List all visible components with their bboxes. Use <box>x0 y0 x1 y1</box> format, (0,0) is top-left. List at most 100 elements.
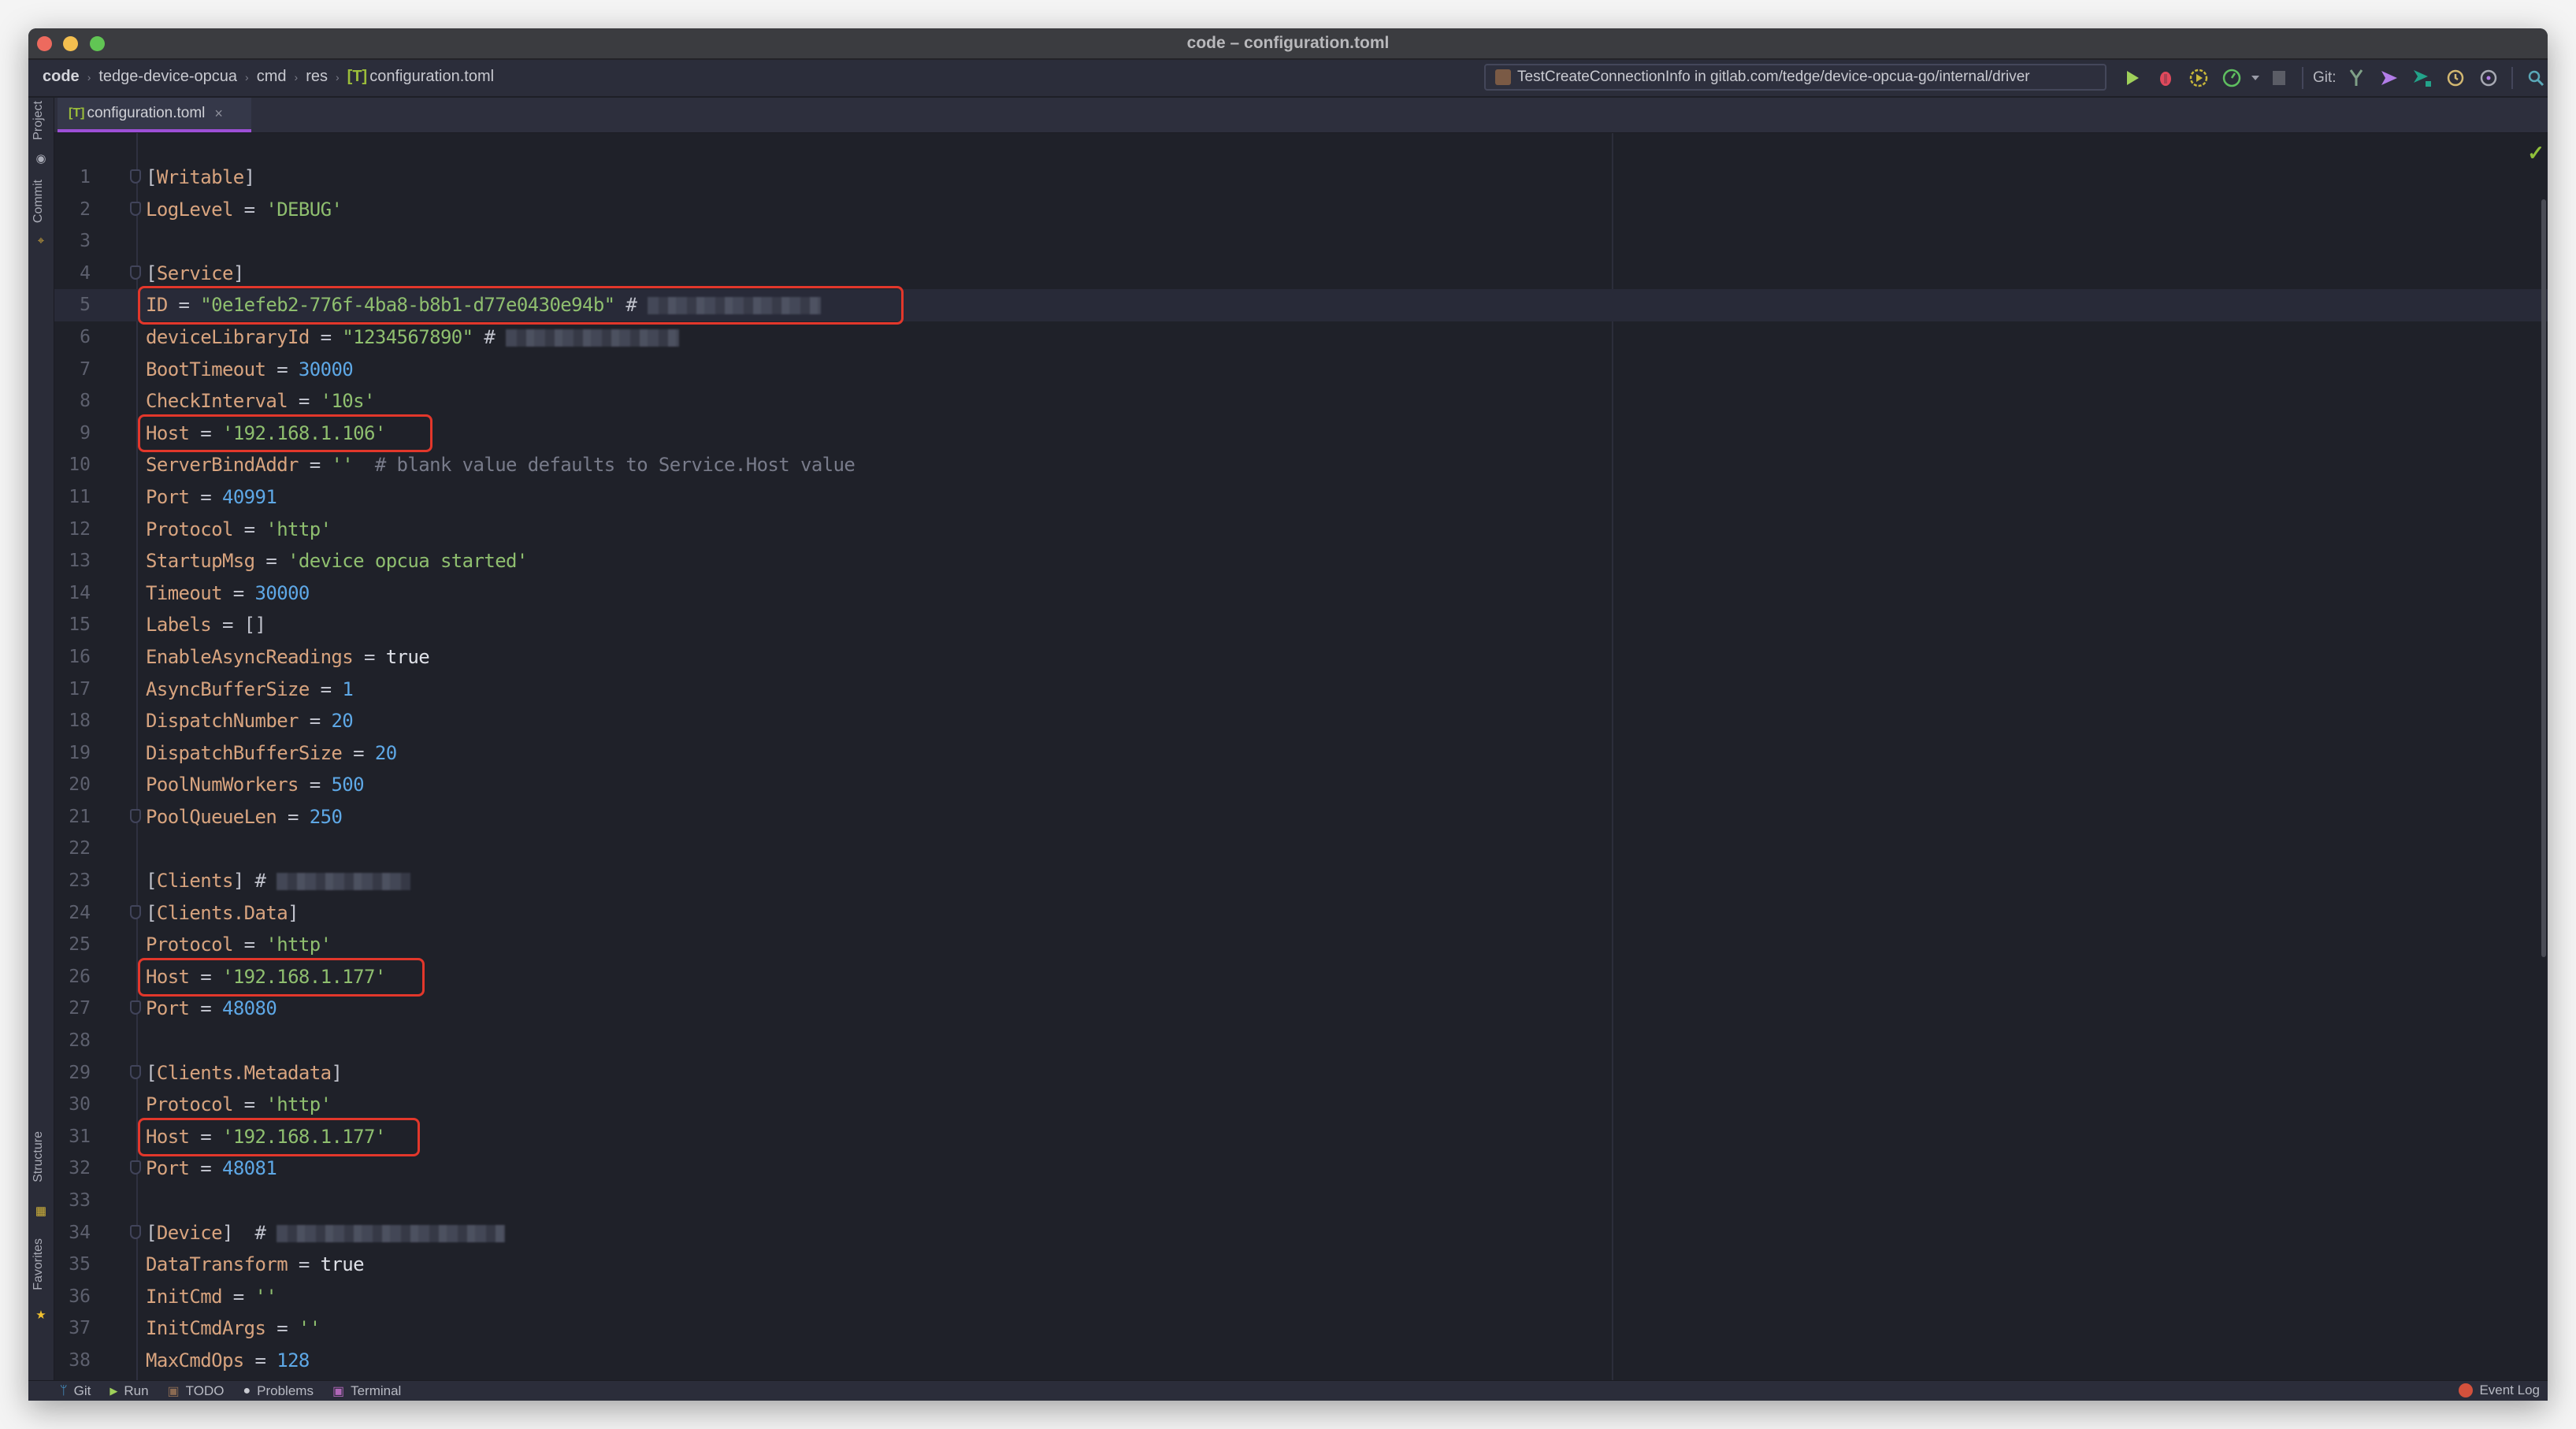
code-line[interactable]: 32 Port = 48081 <box>54 1152 2548 1185</box>
git-update-icon <box>2349 69 2363 86</box>
code-line[interactable]: 38 MaxCmdOps = 128 <box>54 1345 2548 1377</box>
code-line[interactable]: 6 deviceLibraryId = "1234567890" # <box>54 321 2548 354</box>
git-tool-button[interactable]: ᛘ Git <box>60 1383 91 1399</box>
line-number: 30 <box>69 1094 91 1115</box>
breadcrumb-separator-icon: › <box>245 70 249 84</box>
debug-button[interactable] <box>2155 67 2177 89</box>
git-commit-button[interactable] <box>2378 67 2400 89</box>
run-with-coverage-button[interactable] <box>2188 67 2210 89</box>
code-line[interactable]: 28 <box>54 1025 2548 1057</box>
more-run-options-button[interactable] <box>2250 67 2261 89</box>
code-token: = <box>298 774 332 796</box>
code-token: Port <box>146 485 190 508</box>
search-everywhere-button[interactable] <box>2525 67 2547 89</box>
fold-marker-icon[interactable] <box>130 201 141 216</box>
code-line[interactable]: 23 [Clients] # <box>54 865 2548 897</box>
favorites-tool-button[interactable]: Favorites <box>32 1238 46 1290</box>
event-log-button[interactable]: Event Log <box>2459 1383 2540 1398</box>
project-tool-button[interactable]: Project <box>32 101 46 140</box>
problems-tool-button[interactable]: ● Problems <box>243 1383 313 1399</box>
code-line[interactable]: 15 Labels = [] <box>54 609 2548 641</box>
code-line[interactable]: 13 StartupMsg = 'device opcua started' <box>54 545 2548 577</box>
tab-configuration-toml[interactable]: [T] configuration.toml × <box>58 98 251 132</box>
code-line[interactable]: 25 Protocol = 'http' <box>54 929 2548 961</box>
tab-label: configuration.toml <box>87 105 206 121</box>
line-number: 13 <box>69 551 91 572</box>
breadcrumb-item-project[interactable]: tedge-device-opcua <box>98 68 237 86</box>
fold-marker-icon[interactable] <box>130 1160 141 1175</box>
code-line[interactable]: 21 PoolQueueLen = 250 <box>54 801 2548 833</box>
code-token: [ <box>146 1221 157 1244</box>
line-number: 6 <box>80 326 91 347</box>
problems-tool-label: Problems <box>257 1383 314 1398</box>
code-editor[interactable]: 1 [Writable] 2 LogLevel = 'DEBUG' 3 4 [Service… <box>54 133 2548 1380</box>
code-line[interactable]: 16 EnableAsyncReadings = true <box>54 641 2548 674</box>
git-push-icon <box>2413 70 2431 87</box>
code-line[interactable]: 11 Port = 40991 <box>54 481 2548 514</box>
code-line[interactable]: 36 InitCmd = '' <box>54 1281 2548 1313</box>
line-content: Port = 40991 <box>146 481 277 514</box>
code-line[interactable]: 19 DispatchBufferSize = 20 <box>54 737 2548 770</box>
code-line[interactable]: 18 DispatchNumber = 20 <box>54 705 2548 737</box>
vertical-scrollbar[interactable] <box>2541 199 2546 957</box>
code-line[interactable]: 10 ServerBindAddr = '' # blank value defa… <box>54 449 2548 481</box>
profile-button[interactable] <box>2221 67 2243 89</box>
code-line[interactable]: 8 CheckInterval = '10s' <box>54 385 2548 418</box>
fold-marker-icon[interactable] <box>130 1064 141 1079</box>
run-button[interactable] <box>2121 67 2144 89</box>
line-number: 7 <box>80 358 91 380</box>
breadcrumb-item-cmd[interactable]: cmd <box>257 68 287 86</box>
git-push-button[interactable] <box>2411 67 2433 89</box>
coverage-icon <box>2189 69 2208 87</box>
code-line[interactable]: 37 InitCmdArgs = '' <box>54 1312 2548 1345</box>
breadcrumb-item-res[interactable]: res <box>306 68 328 86</box>
terminal-tool-button[interactable]: ▣ Terminal <box>332 1383 401 1399</box>
code-line[interactable]: 29 [Clients.Metadata] <box>54 1057 2548 1089</box>
code-line[interactable]: 1 [Writable] <box>54 161 2548 194</box>
run-configuration-label: TestCreateConnectionInfo in gitlab.com/t… <box>1517 69 2030 85</box>
git-rollback-button[interactable] <box>2478 67 2500 89</box>
code-line[interactable]: 12 Protocol = 'http' <box>54 514 2548 546</box>
code-line[interactable]: 33 <box>54 1185 2548 1217</box>
code-token: = <box>221 581 255 604</box>
code-token: = <box>309 677 343 700</box>
code-line[interactable]: 14 Timeout = 30000 <box>54 577 2548 610</box>
code-line[interactable]: 7 BootTimeout = 30000 <box>54 354 2548 386</box>
code-line[interactable]: 24 [Clients.Data] <box>54 897 2548 930</box>
line-number: 24 <box>69 902 91 923</box>
fold-marker-icon[interactable] <box>130 1224 141 1239</box>
code-line[interactable]: 22 <box>54 833 2548 865</box>
git-update-button[interactable] <box>2345 67 2367 89</box>
run-tool-button[interactable]: ▶ Run <box>109 1383 148 1399</box>
code-line[interactable]: 3 <box>54 225 2548 258</box>
code-line[interactable]: 26 Host = '192.168.1.177' <box>54 961 2548 993</box>
structure-tool-button[interactable]: Structure <box>32 1131 46 1182</box>
inspection-ok-icon[interactable]: ✓ <box>2527 141 2544 165</box>
code-token: MaxCmdOps <box>146 1349 244 1371</box>
code-line[interactable]: 17 AsyncBufferSize = 1 <box>54 674 2548 706</box>
commit-tool-button[interactable]: Commit <box>32 180 46 223</box>
fold-marker-icon[interactable] <box>130 1000 141 1015</box>
stop-button[interactable] <box>2268 67 2290 89</box>
breadcrumb-item-file[interactable]: configuration.toml <box>369 68 494 86</box>
todo-tool-button[interactable]: ▣ TODO <box>168 1383 225 1399</box>
code-line[interactable]: 2 LogLevel = 'DEBUG' <box>54 194 2548 226</box>
code-token: Protocol <box>146 518 233 540</box>
code-line[interactable]: 35 DataTransform = true <box>54 1249 2548 1281</box>
git-history-button[interactable] <box>2444 67 2467 89</box>
code-line[interactable]: 20 PoolNumWorkers = 500 <box>54 769 2548 801</box>
code-line[interactable]: 4 [Service] <box>54 258 2548 290</box>
code-line[interactable]: 27 Port = 48080 <box>54 993 2548 1025</box>
fold-marker-icon[interactable] <box>130 808 141 823</box>
fold-marker-icon[interactable] <box>130 265 141 280</box>
run-configuration-selector[interactable]: TestCreateConnectionInfo in gitlab.com/t… <box>1484 64 2106 91</box>
run-icon <box>2127 71 2139 85</box>
breadcrumb-item-code[interactable]: code <box>43 68 80 86</box>
code-line[interactable]: 30 Protocol = 'http' <box>54 1089 2548 1121</box>
close-tab-icon[interactable]: × <box>214 106 223 122</box>
code-line[interactable]: 34 [Device] # <box>54 1217 2548 1249</box>
fold-marker-icon[interactable] <box>130 169 141 184</box>
fold-marker-icon[interactable] <box>130 904 141 919</box>
code-line[interactable]: 31 Host = '192.168.1.177' <box>54 1121 2548 1153</box>
toolbar-divider <box>2511 67 2513 89</box>
